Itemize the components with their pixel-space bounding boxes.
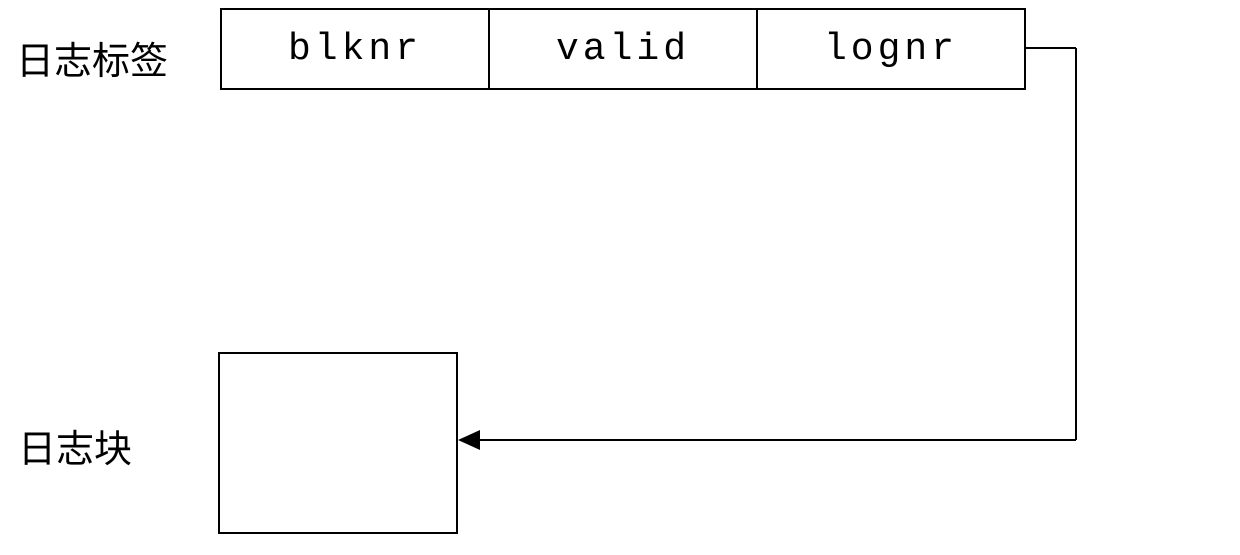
field-valid: valid (488, 8, 758, 90)
log-block-box (218, 352, 458, 534)
field-blknr: blknr (220, 8, 490, 90)
log-tag-label: 日志标签 (16, 30, 168, 85)
field-lognr: lognr (756, 8, 1026, 90)
log-block-label: 日志块 (18, 418, 132, 473)
